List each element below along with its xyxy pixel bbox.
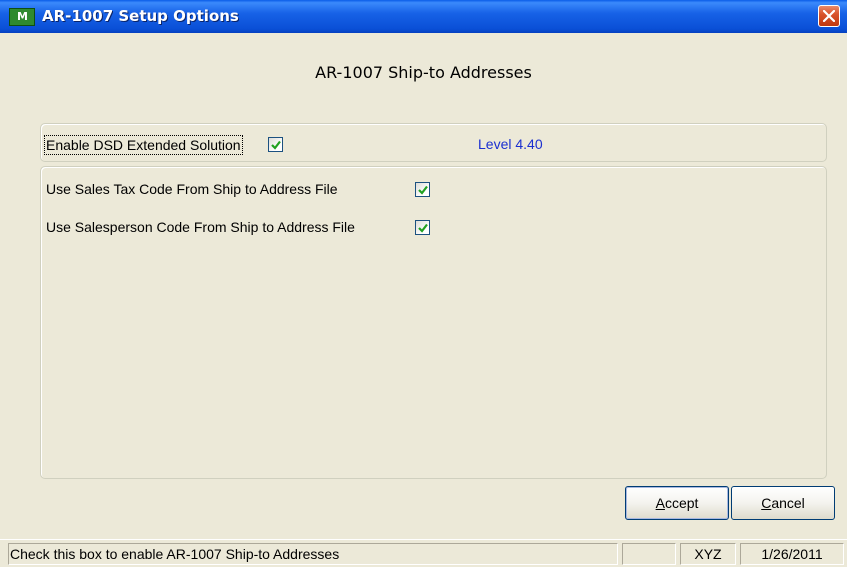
- app-logo-icon: M: [9, 8, 35, 26]
- checkmark-icon: [418, 185, 428, 195]
- setup-options-window: M AR-1007 Setup Options AR-1007 Ship-to …: [0, 0, 847, 567]
- close-icon: [823, 10, 835, 22]
- accept-label-rest: ccept: [664, 495, 699, 511]
- cancel-mnemonic: C: [761, 495, 772, 511]
- use-salesperson-checkbox[interactable]: [415, 220, 430, 235]
- status-message: Check this box to enable AR-1007 Ship-to…: [8, 543, 618, 565]
- checkmark-icon: [418, 223, 428, 233]
- use-salesperson-label[interactable]: Use Salesperson Code From Ship to Addres…: [46, 218, 355, 236]
- cancel-button[interactable]: Cancel: [731, 486, 835, 520]
- cancel-label-rest: ancel: [771, 495, 805, 511]
- checkmark-icon: [271, 140, 281, 150]
- status-date: 1/26/2011: [740, 543, 844, 565]
- title-bar[interactable]: M AR-1007 Setup Options: [0, 0, 847, 33]
- accept-button[interactable]: Accept: [625, 486, 729, 520]
- status-bar: Check this box to enable AR-1007 Ship-to…: [0, 539, 847, 567]
- enable-dsd-label[interactable]: Enable DSD Extended Solution: [44, 135, 243, 155]
- status-user: XYZ: [680, 543, 736, 565]
- use-sales-tax-label[interactable]: Use Sales Tax Code From Ship to Address …: [46, 180, 338, 198]
- use-sales-tax-checkbox[interactable]: [415, 182, 430, 197]
- close-button[interactable]: [818, 5, 840, 27]
- window-title: AR-1007 Setup Options: [42, 7, 239, 25]
- page-heading: AR-1007 Ship-to Addresses: [315, 63, 532, 82]
- options-group-box: [40, 166, 827, 479]
- enable-dsd-checkbox[interactable]: [268, 137, 283, 152]
- status-pane-blank: [622, 543, 676, 565]
- accept-mnemonic: A: [655, 495, 665, 511]
- level-text: Level 4.40: [478, 136, 543, 152]
